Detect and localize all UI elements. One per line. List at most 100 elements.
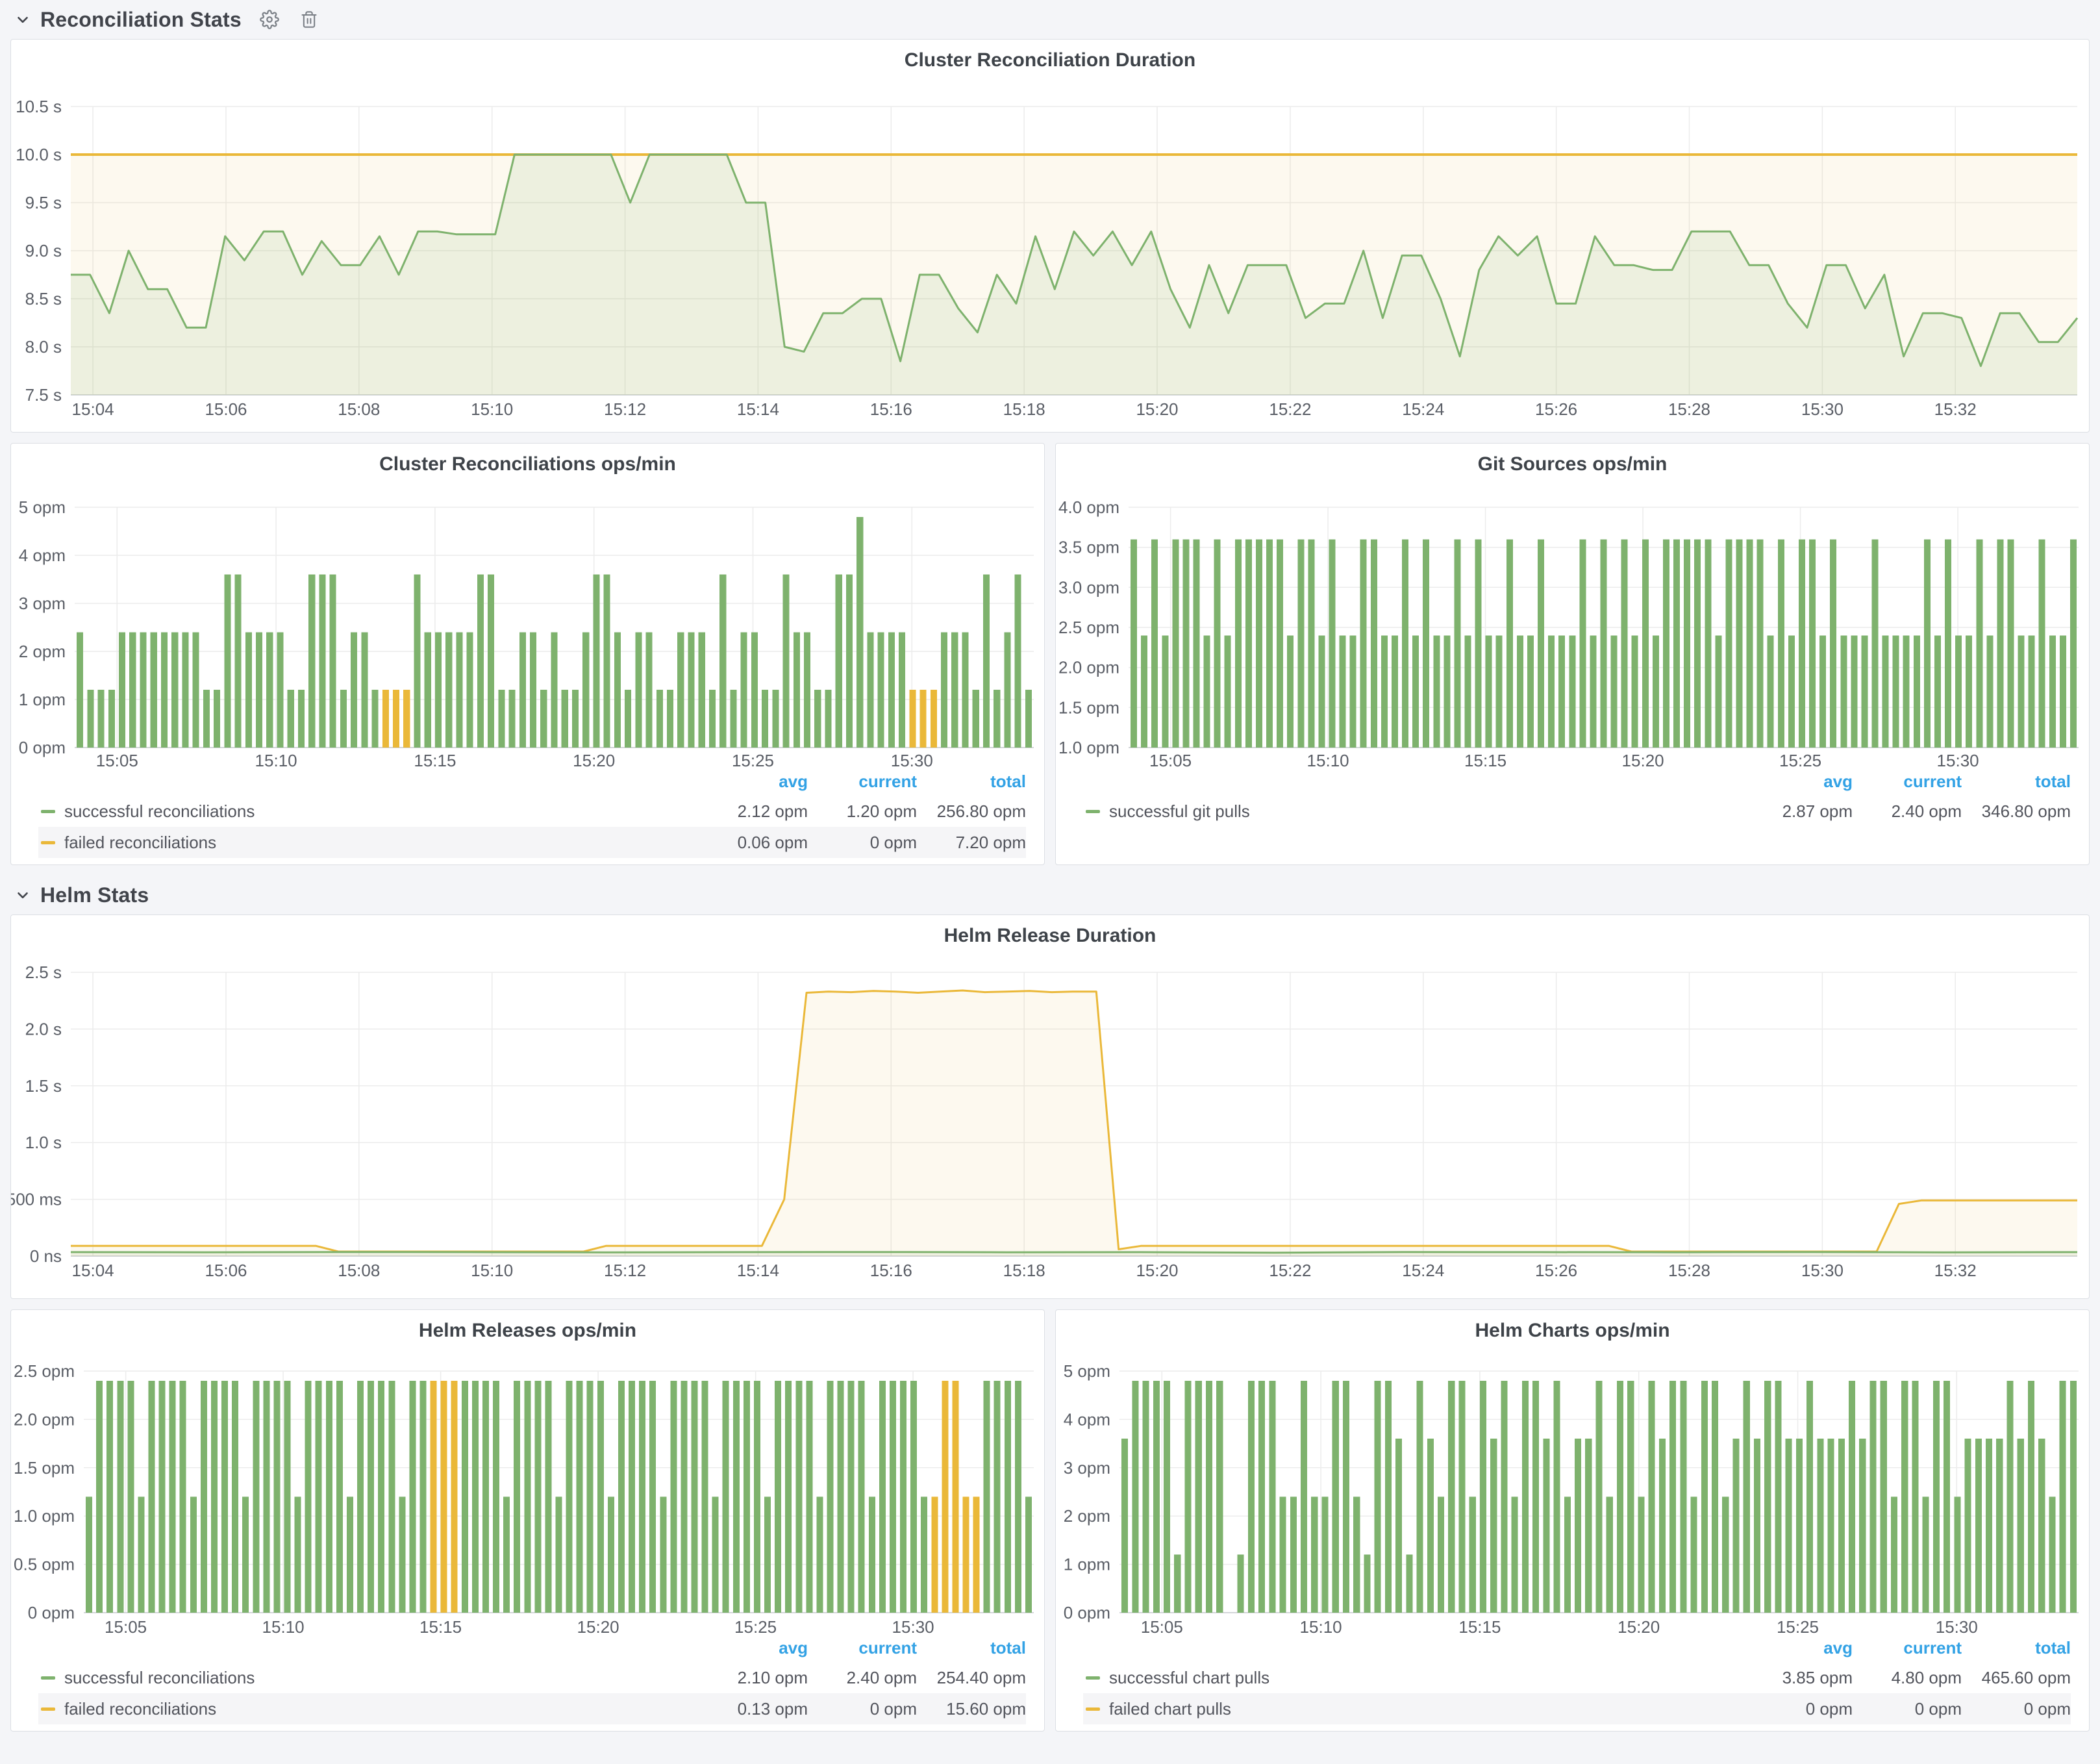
svg-text:15:10: 15:10 bbox=[1300, 1617, 1342, 1633]
svg-text:15:30: 15:30 bbox=[892, 1617, 934, 1633]
svg-text:9.5 s: 9.5 s bbox=[25, 193, 62, 212]
section-title: Helm Stats bbox=[40, 883, 149, 907]
svg-text:5 opm: 5 opm bbox=[19, 498, 66, 517]
chevron-down-icon bbox=[14, 887, 31, 903]
legend-current-value: 2.40 opm bbox=[808, 1668, 917, 1688]
legend-header-total[interactable]: total bbox=[1962, 772, 2071, 792]
svg-text:2.5 opm: 2.5 opm bbox=[1058, 618, 1119, 637]
legend-current-value: 0 opm bbox=[1853, 1699, 1962, 1719]
svg-text:15:12: 15:12 bbox=[604, 1261, 646, 1280]
svg-text:1.0 s: 1.0 s bbox=[25, 1133, 62, 1152]
svg-text:3.5 opm: 3.5 opm bbox=[1058, 538, 1119, 557]
chart-cluster-reconciliations-opm[interactable]: 5 opm4 opm3 opm2 opm1 opm0 opm15:0515:10… bbox=[11, 485, 1044, 767]
panel-title[interactable]: Helm Releases ops/min bbox=[11, 1310, 1044, 1352]
legend-series-label: successful reconciliations bbox=[64, 1668, 699, 1688]
legend-header-current[interactable]: current bbox=[1853, 772, 1962, 792]
svg-text:15:26: 15:26 bbox=[1535, 399, 1577, 419]
svg-text:15:25: 15:25 bbox=[1777, 1617, 1819, 1633]
legend-row[interactable]: successful chart pulls3.85 opm4.80 opm46… bbox=[1083, 1662, 2071, 1693]
series-color-marker bbox=[41, 810, 55, 813]
svg-text:15:20: 15:20 bbox=[577, 1617, 619, 1633]
panel-title[interactable]: Helm Charts ops/min bbox=[1056, 1310, 2089, 1352]
svg-text:500 ms: 500 ms bbox=[11, 1190, 62, 1209]
series bbox=[71, 990, 2077, 1256]
legend-current-value: 1.20 opm bbox=[808, 801, 917, 822]
svg-text:15:10: 15:10 bbox=[471, 1261, 513, 1280]
legend-total-value: 254.40 opm bbox=[917, 1668, 1026, 1688]
legend-header-total[interactable]: total bbox=[1962, 1638, 2071, 1658]
svg-text:15:20: 15:20 bbox=[573, 751, 615, 767]
svg-text:2.0 s: 2.0 s bbox=[25, 1019, 62, 1039]
legend-header-avg[interactable]: avg bbox=[699, 772, 808, 792]
legend-row[interactable]: failed reconciliations0.13 opm0 opm15.60… bbox=[38, 1693, 1026, 1724]
svg-text:15:15: 15:15 bbox=[1464, 751, 1506, 767]
section-header-reconciliation-stats[interactable]: Reconciliation Stats bbox=[10, 0, 2090, 39]
dashboard: Reconciliation Stats Cluster Reconciliat… bbox=[0, 0, 2100, 1752]
svg-text:15:15: 15:15 bbox=[414, 751, 456, 767]
legend-row[interactable]: failed chart pulls0 opm0 opm0 opm bbox=[1083, 1693, 2071, 1724]
series bbox=[1121, 1381, 2077, 1613]
panel-title[interactable]: Cluster Reconciliation Duration bbox=[11, 40, 2089, 81]
legend-row[interactable]: successful reconciliations2.12 opm1.20 o… bbox=[38, 796, 1026, 827]
svg-text:15:14: 15:14 bbox=[737, 1261, 779, 1280]
section-header-helm-stats[interactable]: Helm Stats bbox=[10, 876, 2090, 914]
legend-header-avg[interactable]: avg bbox=[1744, 772, 1853, 792]
legend-row[interactable]: successful reconciliations2.10 opm2.40 o… bbox=[38, 1662, 1026, 1693]
svg-text:1 opm: 1 opm bbox=[19, 690, 66, 709]
svg-text:4 opm: 4 opm bbox=[1064, 1409, 1110, 1429]
svg-text:2.0 opm: 2.0 opm bbox=[14, 1409, 75, 1429]
legend-series-label: failed reconciliations bbox=[64, 833, 699, 853]
legend-avg-value: 2.12 opm bbox=[699, 801, 808, 822]
svg-text:15:05: 15:05 bbox=[1149, 751, 1192, 767]
svg-text:15:10: 15:10 bbox=[262, 1617, 305, 1633]
series-color-marker bbox=[1086, 810, 1100, 813]
legend-header-total[interactable]: total bbox=[917, 1638, 1026, 1658]
series-color-marker bbox=[41, 841, 55, 844]
trash-icon[interactable] bbox=[297, 8, 321, 31]
chart-helm-release-duration[interactable]: 2.5 s2.0 s1.5 s1.0 s500 ms0 ns15:0415:06… bbox=[11, 957, 2089, 1298]
svg-text:1.5 s: 1.5 s bbox=[25, 1076, 62, 1096]
svg-text:8.0 s: 8.0 s bbox=[25, 337, 62, 357]
legend-cluster-reconciliations: avgcurrenttotal successful reconciliation… bbox=[11, 767, 1044, 864]
legend-row[interactable]: failed reconciliations0.06 opm0 opm7.20 … bbox=[38, 827, 1026, 858]
panel-title[interactable]: Helm Release Duration bbox=[11, 915, 2089, 957]
svg-text:8.5 s: 8.5 s bbox=[25, 289, 62, 309]
panel-title[interactable]: Git Sources ops/min bbox=[1056, 444, 2089, 485]
panel-helm-release-duration: Helm Release Duration 2.5 s2.0 s1.5 s1.0… bbox=[10, 914, 2090, 1299]
gear-icon[interactable] bbox=[257, 7, 282, 32]
svg-text:15:05: 15:05 bbox=[96, 751, 138, 767]
svg-text:15:04: 15:04 bbox=[72, 1261, 114, 1280]
legend-header-current[interactable]: current bbox=[808, 1638, 917, 1658]
legend-header-avg[interactable]: avg bbox=[1744, 1638, 1853, 1658]
svg-text:0 opm: 0 opm bbox=[28, 1603, 75, 1622]
legend-avg-value: 2.87 opm bbox=[1744, 801, 1853, 822]
svg-text:0 ns: 0 ns bbox=[30, 1246, 62, 1266]
svg-text:15:15: 15:15 bbox=[419, 1617, 462, 1633]
series bbox=[77, 517, 1032, 748]
chart-cluster-reconciliation-duration[interactable]: 10.5 s10.0 s9.5 s9.0 s8.5 s8.0 s7.5 s15:… bbox=[11, 81, 2089, 432]
svg-text:4 opm: 4 opm bbox=[19, 546, 66, 565]
svg-text:15:18: 15:18 bbox=[1003, 1261, 1045, 1280]
legend-header-total[interactable]: total bbox=[917, 772, 1026, 792]
legend-helm-charts: avgcurrenttotal successful chart pulls3.8… bbox=[1056, 1633, 2089, 1731]
svg-text:15:14: 15:14 bbox=[737, 399, 779, 419]
chart-helm-charts-opm[interactable]: 5 opm4 opm3 opm2 opm1 opm0 opm15:0515:10… bbox=[1056, 1352, 2089, 1633]
svg-text:1 opm: 1 opm bbox=[1064, 1555, 1110, 1574]
svg-text:15:24: 15:24 bbox=[1402, 399, 1444, 419]
svg-text:0.5 opm: 0.5 opm bbox=[14, 1555, 75, 1574]
panel-title[interactable]: Cluster Reconciliations ops/min bbox=[11, 444, 1044, 485]
svg-text:15:20: 15:20 bbox=[1622, 751, 1664, 767]
svg-text:15:25: 15:25 bbox=[1779, 751, 1821, 767]
svg-text:9.0 s: 9.0 s bbox=[25, 241, 62, 260]
chart-helm-releases-opm[interactable]: 2.5 opm2.0 opm1.5 opm1.0 opm0.5 opm0 opm… bbox=[11, 1352, 1044, 1633]
legend-header-avg[interactable]: avg bbox=[699, 1638, 808, 1658]
legend-current-value: 0 opm bbox=[808, 833, 917, 853]
legend-current-value: 4.80 opm bbox=[1853, 1668, 1962, 1688]
legend-header-current[interactable]: current bbox=[808, 772, 917, 792]
legend-row[interactable]: successful git pulls2.87 opm2.40 opm346.… bbox=[1083, 796, 2071, 827]
svg-text:1.5 opm: 1.5 opm bbox=[1058, 698, 1119, 717]
chart-git-sources-opm[interactable]: 4.0 opm3.5 opm3.0 opm2.5 opm2.0 opm1.5 o… bbox=[1056, 485, 2089, 767]
series-color-marker bbox=[1086, 1707, 1100, 1711]
legend-header-current[interactable]: current bbox=[1853, 1638, 1962, 1658]
svg-text:15:08: 15:08 bbox=[338, 399, 380, 419]
